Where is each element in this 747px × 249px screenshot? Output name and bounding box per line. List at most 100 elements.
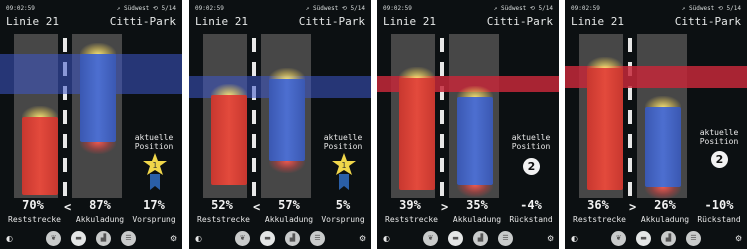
remaining-distance-value: 70% [22,198,44,212]
first-place-star-icon: 1 [331,152,357,192]
stop-name: Citti-Park [486,15,553,28]
settings-icon[interactable]: ⚙ [735,234,742,243]
deficit-value: -10% [704,198,734,212]
remaining-distance-stat: 52% Reststrecke [197,198,250,224]
lane-marking [63,134,67,148]
settings-icon[interactable]: ⚙ [547,234,554,243]
leaf-icon[interactable]: ❦ [235,231,250,246]
lane-marking [252,62,256,76]
line-name: Linie 21 [6,15,59,28]
competitor-bus [80,54,116,142]
lane-marking [252,158,256,172]
screen-4: 09:02:59 ↗ Südwest ⟲ 5/14 Linie 21 Citti… [565,0,747,249]
lane-marking [628,110,632,124]
remaining-distance-label: Reststrecke [8,215,61,224]
status-indicators: ↗ Südwest ⟲ 5/14 [116,5,176,12]
bus-icon[interactable]: ▬ [448,231,463,246]
deficit-stat: -10% Rückstand [695,198,743,224]
first-place-star-icon: 1 [142,152,168,192]
list-icon[interactable]: ☰ [121,231,136,246]
lane-marking [63,38,67,52]
clock: 09:02:59 [6,5,35,12]
competitor-bus [269,79,305,161]
list-icon[interactable]: ☰ [498,231,513,246]
status-bar: 09:02:59 ↗ Südwest ⟲ 5/14 Linie 21 Citti… [189,0,371,34]
chart-icon[interactable]: ▟ [661,231,676,246]
deficit-label: Rückstand [509,215,553,224]
battery-stat: 87% Akkuladung [72,198,128,224]
battery-value: 57% [278,198,300,212]
lane-marking [440,62,444,76]
stats-bar: 70% Reststrecke 87% Akkuladung 17% Vorsp… [0,198,182,228]
contrast-icon[interactable]: ◐ [6,234,13,243]
contrast-icon[interactable]: ◐ [571,234,578,243]
position-number: 2 [523,158,540,175]
position-label: aktuelle Position [134,133,174,151]
leaf-icon[interactable]: ❦ [611,231,626,246]
bottom-navigation: ◐ ❦ ▬ ▟ ☰ ⚙ [0,228,182,249]
remaining-distance-label: Reststrecke [385,215,438,224]
comparison-sign: < [64,200,72,214]
lane-marking [440,38,444,52]
status-indicators: ↗ Südwest ⟲ 5/14 [305,5,365,12]
list-icon[interactable]: ☰ [686,231,701,246]
chart-icon[interactable]: ▟ [285,231,300,246]
clock: 09:02:59 [195,5,224,12]
leaf-icon[interactable]: ❦ [423,231,438,246]
taillight-glow [457,185,493,197]
own-bus [211,95,247,185]
battery-label: Akkuladung [264,215,314,224]
chart-icon[interactable]: ▟ [473,231,488,246]
status-indicators: ↗ Südwest ⟲ 5/14 [493,5,553,12]
stats-bar: 39% Reststrecke 35% Akkuladung -4% Rücks… [377,198,559,228]
settings-icon[interactable]: ⚙ [359,234,366,243]
contrast-icon[interactable]: ◐ [195,234,202,243]
lane-marking [628,182,632,196]
bottom-navigation: ◐ ❦ ▬ ▟ ☰ ⚙ [377,228,559,249]
bottom-navigation: ◐ ❦ ▬ ▟ ☰ ⚙ [189,228,371,249]
position-label: aktuelle Position [699,128,739,146]
lane-marking [63,182,67,196]
own-bus [587,68,623,190]
comparison-sign: > [441,200,449,214]
lane-marking [63,110,67,124]
bottom-navigation: ◐ ❦ ▬ ▟ ☰ ⚙ [565,228,747,249]
lead-label: Vorsprung [321,215,365,224]
bus-icon[interactable]: ▬ [260,231,275,246]
comparison-sign: > [629,200,637,214]
battery-label: Akkuladung [452,215,502,224]
clock: 09:02:59 [571,5,600,12]
own-bus [399,78,435,190]
stats-bar: 52% Reststrecke 57% Akkuladung 5% Vorspr… [189,198,371,228]
bus-icon[interactable]: ▬ [71,231,86,246]
battery-stat: 35% Akkuladung [449,198,505,224]
line-name: Linie 21 [195,15,248,28]
battery-stat: 26% Akkuladung [637,198,693,224]
deficit-value: -4% [520,198,542,212]
settings-icon[interactable]: ⚙ [170,234,177,243]
list-icon[interactable]: ☰ [310,231,325,246]
contrast-icon[interactable]: ◐ [383,234,390,243]
position-number: 2 [711,151,728,168]
bus-icon[interactable]: ▬ [636,231,651,246]
star-rank: 1 [152,161,157,170]
line-name: Linie 21 [571,15,624,28]
lane-marking [252,182,256,196]
lane-marking [628,38,632,52]
lane-marking [628,158,632,172]
lane-marking [252,110,256,124]
battery-stat: 57% Akkuladung [261,198,317,224]
taillight-glow [269,161,305,173]
lead-value: 17% [143,198,165,212]
status-bar: 09:02:59 ↗ Südwest ⟲ 5/14 Linie 21 Citti… [0,0,182,34]
clock: 09:02:59 [383,5,412,12]
leaf-icon[interactable]: ❦ [46,231,61,246]
lane-marking [252,134,256,148]
deficit-label: Rückstand [697,215,741,224]
stats-bar: 36% Reststrecke 26% Akkuladung -10% Rück… [565,198,747,228]
remaining-distance-label: Reststrecke [573,215,626,224]
remaining-distance-stat: 36% Reststrecke [573,198,626,224]
competitor-bus [457,97,493,185]
chart-icon[interactable]: ▟ [96,231,111,246]
stop-name: Citti-Park [109,15,176,28]
